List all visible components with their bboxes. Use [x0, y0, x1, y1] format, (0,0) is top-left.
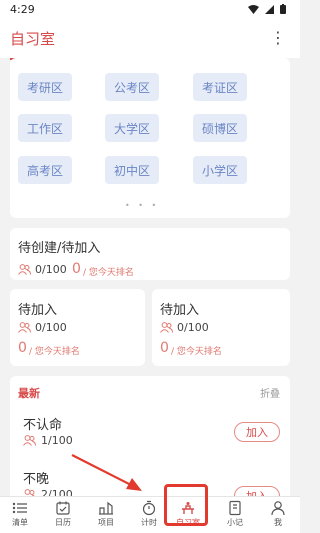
annotation-arrow: [71, 454, 142, 491]
annotation-highlight-box: [164, 484, 208, 526]
